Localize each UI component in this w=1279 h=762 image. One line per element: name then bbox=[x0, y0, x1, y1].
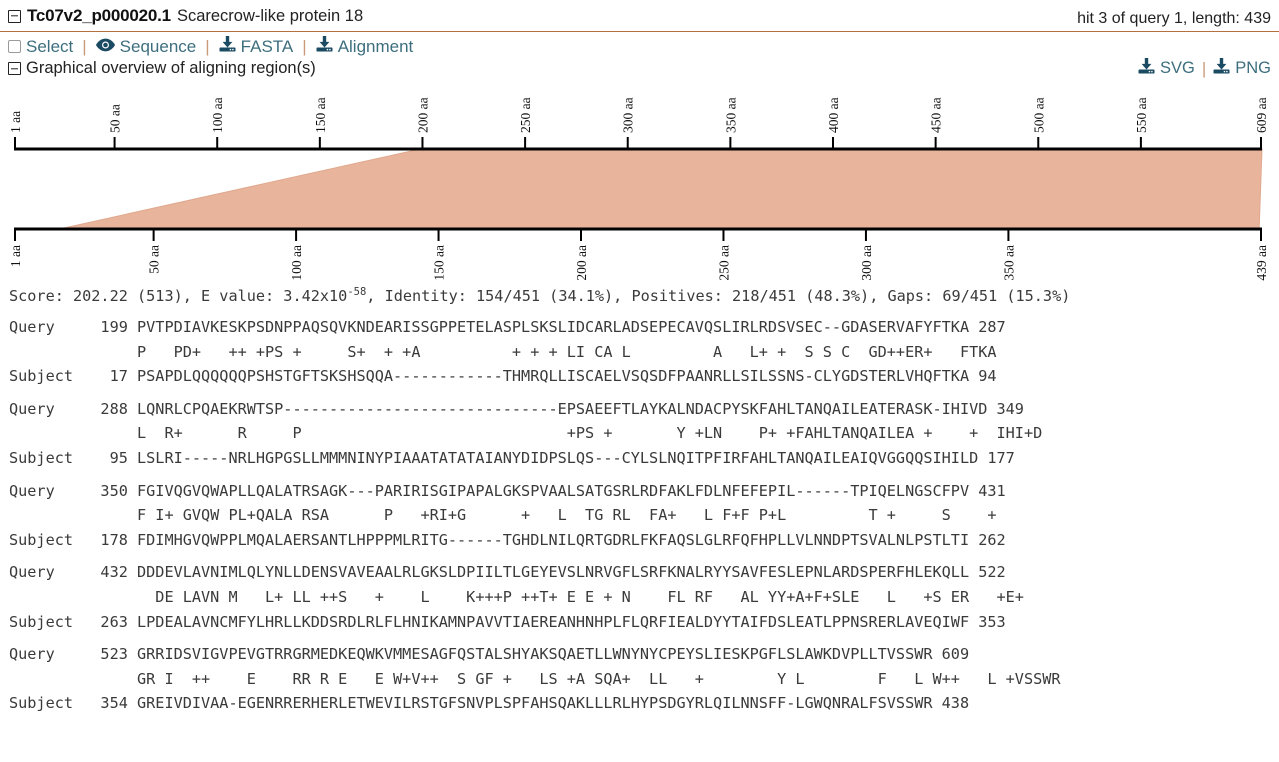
png-label: PNG bbox=[1235, 59, 1271, 77]
stats-exponent: -58 bbox=[347, 286, 367, 298]
query-tick-label: 300 aa bbox=[621, 97, 636, 133]
hit-header: Tc07v2_p000020.1 Scarecrow-like protein … bbox=[0, 0, 1279, 32]
query-tick-label: 1 aa bbox=[8, 111, 23, 133]
action-bar: Select | Sequence | FASTA | Alignment bbox=[0, 32, 1279, 57]
query-tick-label: 450 aa bbox=[929, 97, 944, 133]
query-tick-label: 200 aa bbox=[415, 97, 430, 133]
eye-icon bbox=[95, 37, 115, 57]
alignment-block: Query 199 PVTPDIAVKESKPSDNPPAQSQVKNDEARI… bbox=[9, 315, 1279, 389]
svg-export-button[interactable]: SVG bbox=[1138, 58, 1195, 79]
subject-tick-label: 439 aa bbox=[1254, 245, 1269, 281]
query-tick-label: 50 aa bbox=[108, 104, 123, 133]
query-tick-label: 609 aa bbox=[1254, 97, 1269, 133]
hit-id: Tc07v2_p000020.1 bbox=[27, 6, 171, 25]
export-separator: | bbox=[1201, 58, 1207, 78]
sequence-label: Sequence bbox=[119, 36, 197, 56]
download-icon bbox=[219, 36, 236, 57]
alignment-block: Query 350 FGIVQGVQWAPLLQALATRSAGK---PARI… bbox=[9, 479, 1279, 553]
alignment-overview-graphic: 1 aa 50 aa 100 aa 150 aa 200 aa 250 aa 300 aa 3… bbox=[0, 81, 1279, 286]
query-tick-label: 250 aa bbox=[518, 97, 533, 133]
alignment-subject-line: Subject 95 LSLRI-----NRLHGPGSLLMMMNINYPI… bbox=[9, 449, 1015, 468]
download-icon bbox=[316, 36, 333, 57]
alignment-query-line: Query 288 LQNRLCPQAEKRWTSP--------------… bbox=[9, 399, 1024, 418]
query-tick-label: 350 aa bbox=[723, 97, 738, 133]
alignment-query-line: Query 350 FGIVQGVQWAPLLQALATRSAGK---PARI… bbox=[9, 481, 1006, 500]
alignment-midline-line: DE LAVN M L+ LL ++S + L K+++P ++T+ E E +… bbox=[9, 588, 1024, 606]
alignment-download-button[interactable]: Alignment bbox=[316, 36, 414, 57]
query-tick-label: 550 aa bbox=[1134, 97, 1149, 133]
alignment-query-line: Query 432 DDDEVLAVNIMLQLYNLLDENSVAVEAALR… bbox=[9, 563, 1006, 582]
alignment-subject-line: Subject 263 LPDEALAVNCMFYLHRLLKDDSRDLRLF… bbox=[9, 612, 1006, 631]
download-icon bbox=[1138, 58, 1155, 79]
subject-tick-label: 300 aa bbox=[859, 245, 874, 281]
hit-description: Scarecrow-like protein 18 bbox=[176, 6, 364, 25]
alignment-block: Query 432 DDDEVLAVNIMLQLYNLLDENSVAVEAALR… bbox=[9, 560, 1279, 634]
alignment-subject-line: Subject 17 PSAPDLQQQQQQPSHSTGFTSKSHSQQA-… bbox=[9, 367, 997, 386]
stats-suffix: , Identity: 154/451 (34.1%), Positives: … bbox=[366, 287, 1071, 306]
subject-tick-label: 100 aa bbox=[289, 245, 304, 281]
alignment-midline-line: P PD+ ++ +PS + S+ + +A + + + LI CA L A L… bbox=[9, 342, 997, 361]
subject-tick-label: 50 aa bbox=[147, 245, 162, 274]
overview-title-group: Graphical overview of aligning region(s) bbox=[8, 59, 316, 78]
overview-title: Graphical overview of aligning region(s) bbox=[26, 59, 316, 77]
sequence-button[interactable]: Sequence bbox=[95, 36, 197, 57]
download-icon bbox=[1213, 58, 1230, 79]
subject-tick-label: 150 aa bbox=[432, 245, 447, 281]
alignment-subject-line: Subject 354 GREIVDIVAA-EGENRRERHERLETWEV… bbox=[9, 694, 970, 713]
alignment-statistics: Score: 202.22 (513), E value: 3.42x10-58… bbox=[0, 286, 1279, 305]
minus-box-icon[interactable] bbox=[8, 62, 21, 75]
alignment-subject-line: Subject 178 FDIMHGVQWPPLMQALAERSANTLHPPP… bbox=[9, 530, 1006, 549]
alignment-block: Query 288 LQNRLCPQAEKRWTSP--------------… bbox=[9, 397, 1279, 471]
overview-svg: 1 aa 50 aa 100 aa 150 aa 200 aa 250 aa 300 aa 3… bbox=[8, 97, 1269, 281]
query-tick-label: 100 aa bbox=[210, 97, 225, 133]
alignment-midline-line: GR I ++ E RR R E E W+V++ S GF + LS +A SQ… bbox=[9, 669, 1061, 688]
query-tick-label: 400 aa bbox=[826, 97, 841, 133]
export-links: SVG | PNG bbox=[1138, 58, 1271, 79]
overview-header-row: Graphical overview of aligning region(s)… bbox=[0, 57, 1279, 79]
png-export-button[interactable]: PNG bbox=[1213, 58, 1271, 79]
checkbox-icon[interactable] bbox=[8, 40, 21, 53]
hit-header-left: Tc07v2_p000020.1 Scarecrow-like protein … bbox=[8, 6, 363, 26]
query-tick-label: 150 aa bbox=[313, 97, 328, 133]
fasta-download-button[interactable]: FASTA bbox=[219, 36, 294, 57]
hit-meta: hit 3 of query 1, length: 439 bbox=[1077, 9, 1271, 27]
subject-tick-label: 350 aa bbox=[1001, 245, 1016, 281]
fasta-label: FASTA bbox=[240, 36, 294, 56]
subject-tick-label: 250 aa bbox=[716, 245, 731, 281]
minus-box-icon[interactable] bbox=[8, 9, 21, 23]
aligning-region-ribbon bbox=[59, 148, 1263, 230]
alignment-body: Query 199 PVTPDIAVKESKPSDNPPAQSQVKNDEARI… bbox=[0, 305, 1279, 716]
alignment-query-line: Query 199 PVTPDIAVKESKPSDNPPAQSQVKNDEARI… bbox=[9, 318, 1006, 337]
subject-axis: 1 aa 50 aa 100 aa 150 aa 200 aa 250 aa 300 aa 3… bbox=[8, 227, 1269, 281]
alignment-block: Query 523 GRRIDSVIGVPEVGTRRGRMEDKEQWKVMM… bbox=[9, 642, 1279, 716]
alignment-query-line: Query 523 GRRIDSVIGVPEVGTRRGRMEDKEQWKVMM… bbox=[9, 645, 970, 664]
action-separator: | bbox=[302, 36, 307, 56]
subject-tick-label: 1 aa bbox=[8, 245, 23, 267]
alignment-midline-line: L R+ R P +PS + Y +LN P+ +FAHLTANQAILEA +… bbox=[9, 424, 1043, 443]
query-axis: 1 aa 50 aa 100 aa 150 aa 200 aa 250 aa 300 aa 3… bbox=[8, 97, 1269, 151]
action-separator: | bbox=[82, 36, 87, 56]
action-separator: | bbox=[205, 36, 210, 56]
alignment-midline-line: F I+ GVQW PL+QALA RSA P +RI+G + L TG RL … bbox=[9, 506, 997, 525]
alignment-label: Alignment bbox=[337, 36, 414, 56]
query-tick-label: 500 aa bbox=[1031, 97, 1046, 133]
svg-label: SVG bbox=[1159, 59, 1195, 77]
stats-prefix: Score: 202.22 (513), E value: 3.42x10 bbox=[9, 287, 348, 306]
select-checkbox-item[interactable]: Select bbox=[8, 37, 73, 57]
subject-tick-label: 200 aa bbox=[574, 245, 589, 281]
select-label: Select bbox=[26, 36, 74, 56]
